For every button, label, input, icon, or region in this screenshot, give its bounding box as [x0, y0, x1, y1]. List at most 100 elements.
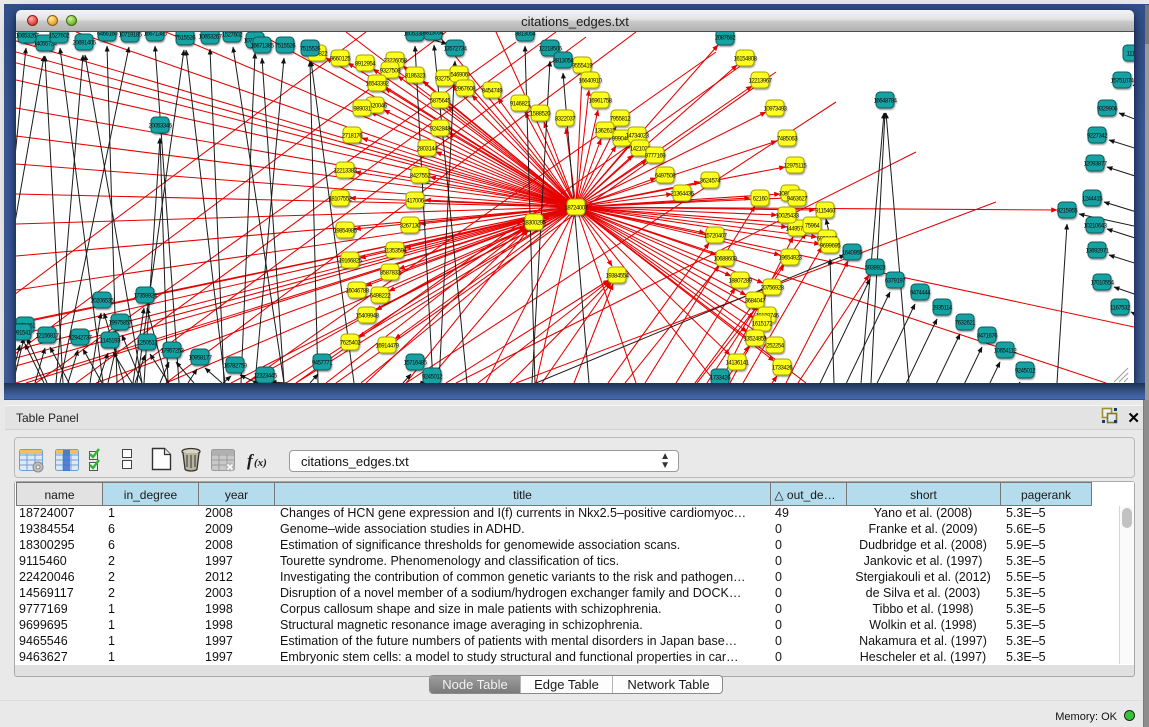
svg-text:3684047: 3684047 — [745, 299, 766, 305]
svg-text:9699695: 9699695 — [820, 244, 841, 250]
svg-text:9660125: 9660125 — [330, 57, 351, 63]
svg-text:10973493: 10973493 — [763, 107, 787, 113]
svg-text:75964: 75964 — [805, 224, 821, 230]
svg-text:(x): (x) — [254, 457, 267, 469]
svg-text:11353594: 11353594 — [384, 249, 408, 255]
svg-text:2935114: 2935114 — [932, 306, 953, 312]
svg-text:2803144: 2803144 — [417, 147, 438, 153]
svg-text:6497508: 6497508 — [655, 174, 676, 180]
svg-text:1167532: 1167532 — [1110, 306, 1131, 312]
svg-text:13524851: 13524851 — [743, 337, 767, 343]
svg-text:2087682: 2087682 — [715, 36, 736, 42]
svg-text:9242848: 9242848 — [430, 127, 451, 133]
svg-text:6379197: 6379197 — [885, 279, 906, 285]
svg-text:989031: 989031 — [353, 107, 371, 113]
svg-text:417006: 417006 — [406, 199, 424, 205]
svg-text:1112: 1112 — [1127, 52, 1134, 58]
svg-text:1615172: 1615172 — [752, 322, 773, 328]
svg-text:18807289: 18807289 — [728, 279, 752, 285]
svg-text:10958177: 10958177 — [188, 356, 212, 362]
svg-text:16154808: 16154808 — [733, 57, 757, 63]
svg-text:16648784: 16648784 — [873, 99, 897, 105]
svg-text:8186323: 8186323 — [405, 74, 426, 80]
svg-text:7485063: 7485063 — [777, 137, 798, 143]
svg-text:5875645: 5875645 — [430, 99, 451, 105]
svg-text:8813054: 8813054 — [423, 32, 444, 37]
svg-text:19166825: 19166825 — [338, 259, 362, 265]
svg-text:10688609: 10688609 — [713, 257, 737, 263]
svg-text:20691406: 20691406 — [72, 41, 96, 47]
svg-text:16914479: 16914479 — [375, 344, 399, 350]
svg-text:1733426: 1733426 — [710, 376, 731, 382]
svg-text:7625402: 7625402 — [340, 341, 361, 347]
svg-text:18724007: 18724007 — [564, 206, 588, 212]
svg-text:21364436: 21364436 — [670, 192, 694, 198]
svg-text:62160: 62160 — [753, 197, 769, 203]
svg-text:13692971: 13692971 — [1085, 249, 1109, 255]
svg-text:17010554: 17010554 — [1090, 281, 1114, 287]
svg-text:10719185: 10719185 — [118, 33, 142, 39]
svg-text:7515526: 7515526 — [275, 44, 296, 50]
svg-text:16782759: 16782759 — [223, 364, 247, 370]
svg-text:9245012: 9245012 — [422, 375, 443, 381]
svg-text:20053346: 20053346 — [148, 124, 172, 130]
svg-text:16671385: 16671385 — [143, 32, 167, 38]
svg-text:12323445: 12323445 — [253, 374, 277, 380]
svg-text:1588520: 1588520 — [530, 112, 551, 118]
svg-text:12213383: 12213383 — [333, 169, 357, 175]
svg-text:19975857: 19975857 — [108, 321, 132, 327]
svg-text:18300295: 18300295 — [522, 221, 546, 227]
svg-text:9115460: 9115460 — [815, 209, 836, 215]
svg-text:9146821: 9146821 — [510, 102, 531, 108]
svg-text:8471676: 8471676 — [977, 334, 998, 340]
svg-text:9327508: 9327508 — [380, 69, 401, 75]
svg-text:9777169: 9777169 — [645, 154, 666, 160]
svg-text:12942737: 12942737 — [68, 336, 92, 342]
svg-text:9227342: 9227342 — [1087, 134, 1108, 140]
svg-text:2967608: 2967608 — [455, 87, 476, 93]
svg-text:12975115: 12975115 — [784, 164, 808, 170]
svg-text:1733426: 1733426 — [772, 366, 793, 372]
svg-text:7632621: 7632621 — [955, 321, 976, 327]
svg-text:1244415: 1244415 — [1082, 197, 1103, 203]
svg-text:546906: 546906 — [450, 73, 468, 79]
svg-text:16640910: 16640910 — [578, 79, 602, 85]
svg-text:16671385: 16671385 — [250, 44, 274, 50]
svg-text:14734023: 14734023 — [625, 134, 649, 140]
svg-text:8322037: 8322037 — [555, 117, 576, 123]
svg-text:1145193: 1145193 — [100, 339, 121, 345]
svg-text:9245012: 9245012 — [1015, 369, 1036, 375]
svg-text:16961758: 16961758 — [588, 99, 612, 105]
svg-text:15716485: 15716485 — [403, 361, 427, 367]
svg-text:7955812: 7955812 — [610, 117, 631, 123]
svg-text:7515526: 7515526 — [300, 47, 321, 53]
svg-text:15720407: 15720407 — [703, 234, 727, 240]
svg-text:16046788: 16046788 — [345, 289, 369, 295]
svg-text:19654923: 19654923 — [778, 256, 802, 262]
svg-text:7515526: 7515526 — [175, 36, 196, 42]
svg-text:9555419: 9555419 — [572, 64, 593, 70]
svg-text:12093877: 12093877 — [1083, 162, 1107, 168]
svg-text:17957253: 17957253 — [160, 349, 184, 355]
svg-text:10653267: 10653267 — [198, 35, 222, 41]
svg-text:8427552: 8427552 — [410, 174, 431, 180]
svg-text:12213967: 12213967 — [748, 79, 772, 85]
svg-text:15409948: 15409948 — [355, 314, 379, 320]
svg-text:18107552: 18107552 — [328, 197, 352, 203]
svg-text:8912954: 8912954 — [355, 62, 376, 68]
svg-text:8813054: 8813054 — [515, 32, 536, 38]
svg-text:2718176: 2718176 — [342, 134, 363, 140]
svg-text:10025433: 10025433 — [775, 214, 799, 220]
svg-text:5938923: 5938923 — [865, 266, 886, 272]
svg-text:9463627: 9463627 — [787, 197, 808, 203]
svg-text:1527602: 1527602 — [222, 33, 243, 39]
svg-text:6466160: 6466160 — [97, 32, 118, 38]
svg-text:19854985: 19854985 — [333, 229, 357, 235]
svg-text:16543392: 16543392 — [365, 82, 389, 88]
svg-text:20756928: 20756928 — [760, 286, 784, 292]
svg-text:9474444: 9474444 — [910, 291, 931, 297]
svg-text:13572734: 13572734 — [443, 47, 467, 53]
svg-text:8587833: 8587833 — [380, 271, 401, 277]
svg-text:1250513: 1250513 — [137, 341, 158, 347]
svg-text:17359924: 17359924 — [133, 294, 157, 300]
